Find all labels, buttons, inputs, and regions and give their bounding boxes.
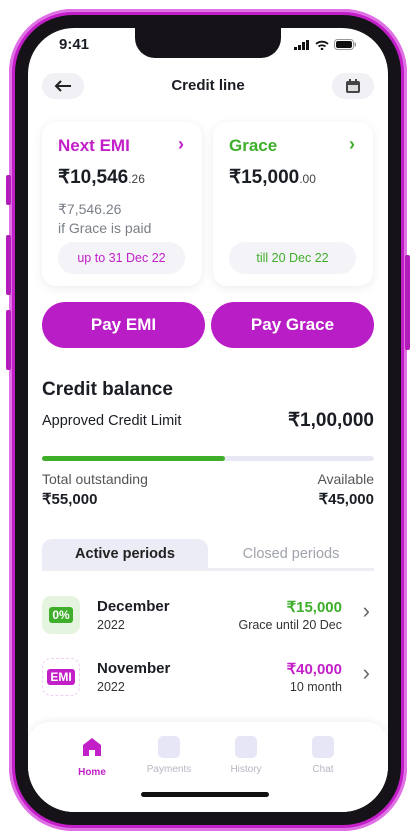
emi-icon: EMI — [42, 658, 80, 696]
chevron-right-icon: › — [349, 134, 355, 154]
period-note: 10 month — [289, 680, 342, 694]
wifi-icon — [315, 40, 329, 50]
notch — [135, 28, 281, 58]
period-row[interactable]: 0% December 2022 ₹15,000 Grace until 20 … — [42, 596, 374, 642]
nav-label: History — [230, 764, 262, 775]
home-icon — [83, 738, 101, 756]
status-time: 9:41 — [59, 36, 90, 53]
period-year: 2022 — [97, 618, 125, 632]
phone-button — [6, 235, 11, 295]
zero-percent-icon: 0% — [42, 596, 80, 634]
history-icon — [235, 736, 257, 758]
emi-amount: ₹10,546.26 — [58, 167, 145, 188]
period-tabs: Active periods Closed periods — [42, 539, 374, 571]
tab-closed-periods[interactable]: Closed periods — [208, 539, 374, 569]
phone-button — [6, 175, 11, 205]
outstanding-value: ₹55,000 — [42, 491, 98, 508]
grace-card[interactable]: Grace › ₹15,000.00 till 20 Dec 22 — [213, 122, 373, 286]
outstanding-label: Total outstanding — [42, 471, 148, 487]
calendar-button[interactable] — [332, 73, 374, 99]
nav-payments[interactable]: Payments — [134, 736, 204, 775]
credit-progress — [42, 456, 374, 461]
emi-due-pill: up to 31 Dec 22 — [58, 242, 185, 274]
limit-value: ₹1,00,000 — [287, 410, 374, 431]
nav-history[interactable]: History — [211, 736, 281, 775]
chevron-right-icon: › — [362, 660, 370, 685]
credit-progress-fill — [42, 456, 225, 461]
signal-icon — [294, 39, 309, 50]
calendar-icon — [346, 78, 360, 93]
nav-label: Chat — [312, 764, 334, 775]
grace-due-pill: till 20 Dec 22 — [229, 242, 356, 274]
nav-label: Home — [78, 767, 106, 778]
available-label: Available — [317, 471, 374, 487]
period-amount: ₹40,000 — [286, 661, 342, 678]
next-emi-card[interactable]: Next EMI › ₹10,546.26 ₹7,546.26 if Grace … — [42, 122, 202, 286]
period-row[interactable]: EMI November 2022 ₹40,000 10 month › — [42, 658, 374, 704]
period-amount: ₹15,000 — [286, 599, 342, 616]
chevron-right-icon: › — [178, 134, 184, 154]
phone-button — [6, 310, 11, 370]
nav-label: Payments — [146, 764, 192, 775]
payments-icon — [158, 736, 180, 758]
nav-chat[interactable]: Chat — [288, 736, 358, 775]
bottom-nav: Home Payments History Chat — [28, 722, 388, 812]
pay-emi-button[interactable]: Pay EMI — [42, 302, 205, 348]
period-month: December — [97, 598, 170, 615]
credit-balance-heading: Credit balance — [42, 379, 173, 400]
battery-icon — [334, 39, 356, 50]
nav-home[interactable]: Home — [57, 736, 127, 778]
grace-amount: ₹15,000.00 — [229, 167, 316, 188]
pay-grace-button[interactable]: Pay Grace — [211, 302, 374, 348]
emi-sub: ₹7,546.26 if Grace is paid — [58, 201, 152, 236]
phone-button — [405, 255, 410, 350]
period-month: November — [97, 660, 171, 677]
home-indicator — [141, 792, 269, 797]
limit-label: Approved Credit Limit — [42, 413, 182, 429]
chat-icon — [312, 736, 334, 758]
card-title: Next EMI — [58, 136, 130, 155]
period-note: Grace until 20 Dec — [238, 618, 342, 632]
chevron-right-icon: › — [362, 598, 370, 623]
card-title: Grace — [229, 136, 278, 155]
status-icons — [294, 39, 356, 50]
tab-active-periods[interactable]: Active periods — [42, 539, 208, 569]
period-year: 2022 — [97, 680, 125, 694]
available-value: ₹45,000 — [318, 491, 374, 508]
screen: 9:41 Credit line Next EMI › ₹10,546.26 ₹… — [28, 28, 388, 812]
